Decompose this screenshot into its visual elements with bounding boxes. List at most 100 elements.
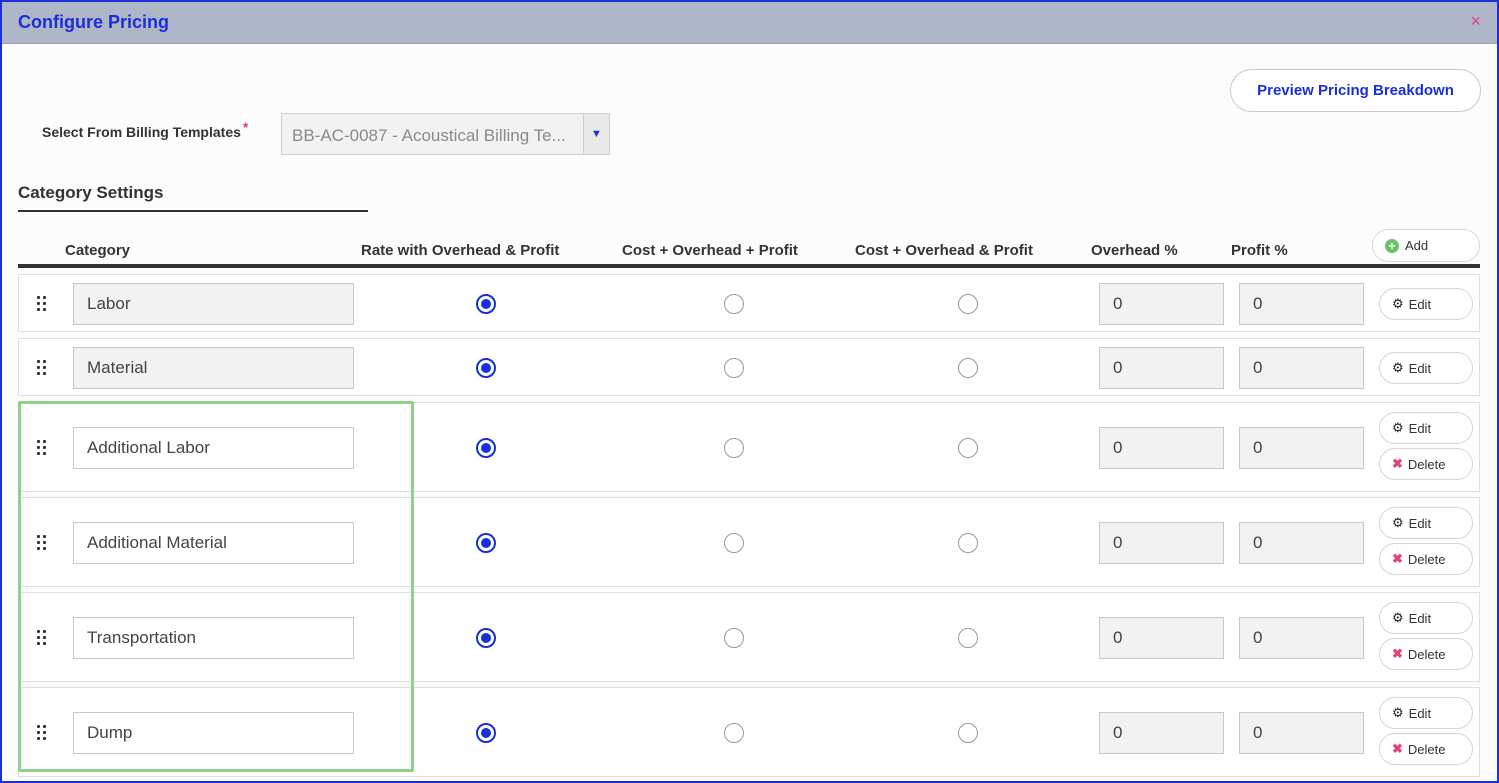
x-icon: ✖	[1392, 646, 1403, 661]
drag-handle-icon[interactable]	[37, 296, 47, 312]
edit-label: Edit	[1408, 515, 1432, 531]
billing-template-select[interactable]: BB-AC-0087 - Acoustical Billing Te... ▼	[281, 113, 610, 155]
profit-percent-field[interactable]: 0	[1239, 283, 1364, 325]
radio-rate[interactable]	[476, 294, 496, 314]
radio-cost-and[interactable]	[958, 294, 978, 314]
edit-label: Edit	[1408, 610, 1432, 626]
delete-button[interactable]: ✖ Delete	[1379, 543, 1473, 575]
category-name-field[interactable]: Additional Labor	[73, 427, 354, 469]
x-icon: ✖	[1392, 456, 1403, 471]
delete-label: Delete	[1407, 741, 1446, 757]
table-row: Transportation 0 0 ⚙ Edit ✖ Delete	[18, 592, 1480, 682]
delete-label: Delete	[1407, 551, 1446, 567]
edit-button[interactable]: ⚙ Edit	[1379, 288, 1473, 320]
profit-percent-field[interactable]: 0	[1239, 347, 1364, 389]
overhead-percent-field[interactable]: 0	[1099, 283, 1224, 325]
overhead-percent-field[interactable]: 0	[1099, 347, 1224, 389]
overhead-percent-field[interactable]: 0	[1099, 617, 1224, 659]
configure-pricing-dialog: Configure Pricing × Preview Pricing Brea…	[0, 0, 1499, 783]
close-icon[interactable]: ×	[1470, 12, 1481, 30]
category-name-field: Labor	[73, 283, 354, 325]
column-header-cost-plus: Cost + Overhead + Profit	[622, 242, 798, 259]
table-row: Additional Material 0 0 ⚙ Edit ✖ Delete	[18, 497, 1480, 587]
delete-label: Delete	[1407, 646, 1446, 662]
radio-cost-plus[interactable]	[724, 438, 744, 458]
column-header-category: Category	[65, 242, 131, 259]
radio-rate[interactable]	[476, 723, 496, 743]
radio-cost-plus[interactable]	[724, 628, 744, 648]
table-row: Dump 0 0 ⚙ Edit ✖ Delete	[18, 687, 1480, 777]
table-row: Additional Labor 0 0 ⚙ Edit ✖ Delete	[18, 402, 1480, 492]
header-divider	[18, 264, 1480, 268]
gear-icon: ⚙	[1392, 296, 1404, 311]
column-header-profit: Profit %	[1231, 242, 1288, 259]
column-header-rate: Rate with Overhead & Profit	[361, 242, 560, 259]
gear-icon: ⚙	[1392, 610, 1404, 625]
profit-percent-field[interactable]: 0	[1239, 522, 1364, 564]
radio-rate[interactable]	[476, 358, 496, 378]
section-underline	[18, 210, 368, 212]
category-name-field[interactable]: Transportation	[73, 617, 354, 659]
edit-label: Edit	[1408, 296, 1432, 312]
table-row: Material 0 0 ⚙ Edit	[18, 338, 1480, 396]
radio-cost-plus[interactable]	[724, 294, 744, 314]
dialog-title-bar: Configure Pricing ×	[2, 2, 1497, 44]
edit-label: Edit	[1408, 360, 1432, 376]
delete-label: Delete	[1407, 456, 1446, 472]
billing-template-value: BB-AC-0087 - Acoustical Billing Te...	[292, 126, 566, 145]
chevron-down-icon[interactable]: ▼	[583, 114, 609, 154]
profit-percent-field[interactable]: 0	[1239, 712, 1364, 754]
overhead-percent-field[interactable]: 0	[1099, 522, 1224, 564]
category-name-field[interactable]: Additional Material	[73, 522, 354, 564]
radio-rate[interactable]	[476, 533, 496, 553]
delete-button[interactable]: ✖ Delete	[1379, 448, 1473, 480]
column-header-overhead: Overhead %	[1091, 242, 1178, 259]
radio-cost-and[interactable]	[958, 723, 978, 743]
category-name-field: Material	[73, 347, 354, 389]
section-title: Category Settings	[18, 183, 164, 202]
column-header-cost-and: Cost + Overhead & Profit	[855, 242, 1033, 259]
gear-icon: ⚙	[1392, 360, 1404, 375]
plus-circle-icon: +	[1385, 238, 1399, 253]
add-category-button[interactable]: + Add	[1372, 229, 1480, 262]
radio-rate[interactable]	[476, 438, 496, 458]
radio-cost-and[interactable]	[958, 438, 978, 458]
drag-handle-icon[interactable]	[37, 440, 47, 456]
edit-button[interactable]: ⚙ Edit	[1379, 697, 1473, 729]
drag-handle-icon[interactable]	[37, 360, 47, 376]
edit-button[interactable]: ⚙ Edit	[1379, 507, 1473, 539]
drag-handle-icon[interactable]	[37, 725, 47, 741]
profit-percent-field[interactable]: 0	[1239, 617, 1364, 659]
edit-button[interactable]: ⚙ Edit	[1379, 412, 1473, 444]
x-icon: ✖	[1392, 551, 1403, 566]
radio-rate[interactable]	[476, 628, 496, 648]
overhead-percent-field[interactable]: 0	[1099, 427, 1224, 469]
gear-icon: ⚙	[1392, 705, 1404, 720]
radio-cost-and[interactable]	[958, 628, 978, 648]
radio-cost-and[interactable]	[958, 358, 978, 378]
radio-cost-plus[interactable]	[724, 358, 744, 378]
edit-label: Edit	[1408, 420, 1432, 436]
edit-button[interactable]: ⚙ Edit	[1379, 602, 1473, 634]
x-icon: ✖	[1392, 741, 1403, 756]
gear-icon: ⚙	[1392, 420, 1404, 435]
required-marker: *	[242, 119, 249, 135]
delete-button[interactable]: ✖ Delete	[1379, 733, 1473, 765]
radio-cost-and[interactable]	[958, 533, 978, 553]
add-button-label: Add	[1405, 238, 1429, 253]
table-row: Labor 0 0 ⚙ Edit	[18, 274, 1480, 332]
overhead-percent-field[interactable]: 0	[1099, 712, 1224, 754]
edit-button[interactable]: ⚙ Edit	[1379, 352, 1473, 384]
edit-label: Edit	[1408, 705, 1432, 721]
profit-percent-field[interactable]: 0	[1239, 427, 1364, 469]
billing-template-label: Select From Billing Templates *	[42, 119, 249, 140]
category-name-field[interactable]: Dump	[73, 712, 354, 754]
preview-pricing-breakdown-button[interactable]: Preview Pricing Breakdown	[1230, 69, 1481, 112]
delete-button[interactable]: ✖ Delete	[1379, 638, 1473, 670]
drag-handle-icon[interactable]	[37, 535, 47, 551]
dialog-title: Configure Pricing	[18, 12, 170, 32]
drag-handle-icon[interactable]	[37, 630, 47, 646]
gear-icon: ⚙	[1392, 515, 1404, 530]
radio-cost-plus[interactable]	[724, 723, 744, 743]
radio-cost-plus[interactable]	[724, 533, 744, 553]
